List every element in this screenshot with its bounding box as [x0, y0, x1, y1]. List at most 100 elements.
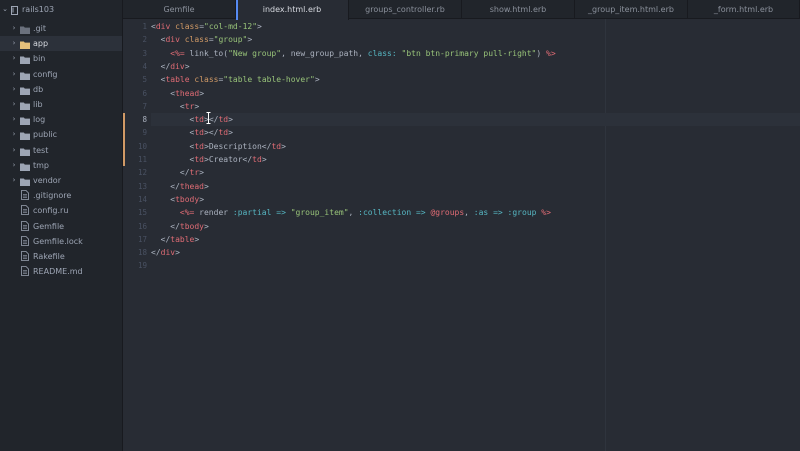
tree-folder-tmp[interactable]: › tmp: [0, 158, 122, 173]
project-root[interactable]: ⌄ rails103: [0, 2, 122, 20]
tree-folder-lib[interactable]: › lib: [0, 97, 122, 112]
code-token: ,: [348, 208, 359, 218]
line-number: 11: [137, 155, 147, 164]
code-line[interactable]: </div>: [151, 246, 180, 259]
code-line[interactable]: <thead>: [151, 87, 204, 100]
tree-folder-bin[interactable]: › bin: [0, 51, 122, 66]
code-token: >: [194, 234, 200, 244]
code-token: , new_group_path,: [281, 48, 368, 58]
code-token: class: [194, 75, 219, 85]
code-line[interactable]: <tr>: [151, 100, 199, 113]
tree-item-label: .git: [33, 24, 46, 33]
code-token: "table table-hover": [223, 75, 315, 85]
tree-folder-config[interactable]: › config: [0, 67, 122, 82]
code-token: >: [199, 168, 204, 178]
tree-folder-app[interactable]: › app: [0, 36, 122, 52]
line-number: 2: [142, 35, 147, 45]
chevron-right-icon[interactable]: ›: [10, 158, 18, 173]
code-line[interactable]: <table class="table table-hover">: [151, 73, 320, 86]
tree-file-readme-md[interactable]: README.md: [0, 264, 122, 279]
chevron-right-icon[interactable]: ›: [10, 82, 18, 97]
chevron-right-icon[interactable]: ›: [10, 112, 18, 127]
tab-index-html-erb[interactable]: index.html.erb: [236, 0, 349, 20]
code-token: div: [165, 35, 180, 45]
tree-folder-public[interactable]: › public: [0, 127, 122, 142]
code-editor[interactable]: 1 2 3 4 5 6 7 8 9 10 11 12 13 14 15 16 17 18 19 <div class…: [123, 19, 800, 451]
tree-file-config-ru[interactable]: config.ru: [0, 203, 122, 218]
code-line[interactable]: <td>Creator</td>: [151, 153, 267, 166]
tree-folder-test[interactable]: › test: [0, 143, 122, 158]
code-token: =>: [415, 208, 426, 218]
code-token: "btn btn-primary pull-right": [401, 48, 537, 58]
repo-icon: [11, 5, 18, 20]
tab-form-html-erb[interactable]: _form.html.erb: [688, 0, 800, 19]
tree-file-gitignore[interactable]: .gitignore: [0, 188, 122, 203]
code-token: tbody: [179, 221, 204, 231]
current-line-highlight: [151, 113, 800, 127]
code-token: >: [261, 155, 267, 164]
tab-gemfile[interactable]: Gemfile: [123, 0, 236, 19]
tree-item-label: test: [33, 145, 49, 155]
chevron-right-icon[interactable]: ›: [10, 127, 18, 142]
tree-folder-git[interactable]: › .git: [0, 21, 122, 36]
tab-group-item-html-erb[interactable]: _group_item.html.erb: [575, 0, 688, 19]
tree-item-label: Gemfile: [33, 221, 65, 231]
code-line[interactable]: </tr>: [151, 166, 204, 179]
code-token: class: [184, 35, 209, 45]
chevron-right-icon[interactable]: ›: [10, 173, 18, 188]
code-line[interactable]: </thead>: [151, 180, 209, 193]
code-line[interactable]: <td></td>: [151, 126, 233, 139]
code-token: td: [194, 128, 204, 138]
code-line[interactable]: <div class="group">: [151, 33, 253, 46]
code-token: <: [151, 155, 195, 164]
chevron-down-icon[interactable]: ⌄: [1, 2, 9, 17]
code-token: ></: [204, 128, 219, 138]
code-token: <: [151, 88, 176, 98]
line-number: 4: [142, 61, 147, 71]
tree-folder-log[interactable]: › log: [0, 112, 122, 127]
tree-file-gemfile-lock[interactable]: Gemfile.lock: [0, 234, 122, 249]
tab-groups-controller-rb[interactable]: groups_controller.rb: [349, 0, 462, 19]
tree-folder-db[interactable]: › db: [0, 82, 122, 97]
code-line[interactable]: </div>: [151, 60, 190, 73]
chevron-right-icon[interactable]: ›: [10, 143, 18, 158]
code-token: class: [175, 22, 200, 31]
tree-item-label: config: [33, 69, 58, 79]
code-token: <: [151, 101, 185, 111]
code-token: </: [151, 248, 161, 258]
line-number: 3: [142, 48, 147, 58]
file-icon: [21, 235, 29, 246]
code-token: =>: [493, 208, 503, 218]
tree-file-rakefile[interactable]: Rakefile: [0, 249, 122, 264]
code-line[interactable]: </table>: [151, 233, 200, 246]
code-line[interactable]: </tbody>: [151, 220, 209, 233]
chevron-right-icon[interactable]: ›: [10, 36, 18, 51]
code-token: thead: [175, 88, 200, 98]
chevron-right-icon[interactable]: ›: [10, 97, 18, 112]
tree-file-gemfile[interactable]: Gemfile: [0, 219, 122, 234]
line-number: 13: [137, 181, 147, 191]
tree-item-label: public: [33, 130, 58, 140]
code-token: td: [194, 115, 204, 125]
line-number: 9: [142, 128, 147, 138]
code-line[interactable]: <%= render :partial => "group_item", :co…: [151, 206, 551, 219]
chevron-right-icon[interactable]: ›: [10, 67, 18, 82]
code-line[interactable]: <td>Description</td>: [151, 140, 286, 153]
tab-show-html-erb[interactable]: show.html.erb: [462, 0, 575, 19]
chevron-right-icon[interactable]: ›: [10, 21, 18, 36]
code-token: =>: [276, 208, 286, 218]
code-line[interactable]: <div class="col-md-12">: [151, 20, 262, 33]
tree-item-label: .gitignore: [33, 191, 72, 201]
code-token: </: [151, 234, 171, 244]
tree-folder-vendor[interactable]: › vendor: [0, 173, 122, 188]
code-area[interactable]: <div class="col-md-12"> <div class="grou…: [151, 19, 800, 451]
code-line[interactable]: <%= link_to("New group", new_group_path,…: [151, 47, 555, 60]
code-token: >: [204, 181, 209, 191]
line-number: 5: [142, 75, 147, 85]
tab-bar: Gemfile index.html.erb groups_controller.r…: [123, 0, 800, 20]
code-token: "group": [213, 35, 248, 45]
chevron-right-icon[interactable]: ›: [10, 51, 18, 66]
code-line[interactable]: <td></td>: [151, 113, 233, 126]
code-line[interactable]: <tbody>: [151, 193, 204, 206]
